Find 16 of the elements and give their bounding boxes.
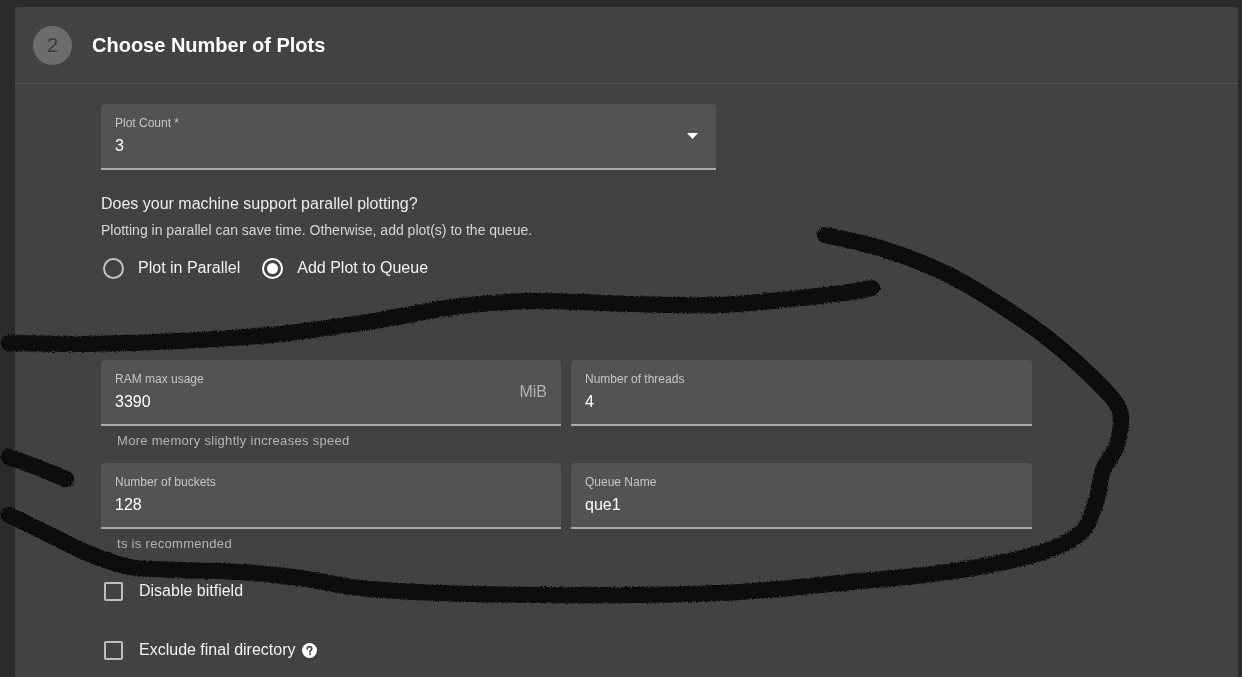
text-field[interactable]: Number of threads 4 — [571, 360, 1032, 426]
radio-option[interactable]: Plot in Parallel — [101, 248, 241, 288]
checkbox-option[interactable]: Exclude final directory — [101, 629, 317, 671]
hint-text: Plotting in parallel can save time. Otherwise, add plot(s) to the queue. — [101, 221, 533, 240]
step-title: Choose Number of Plots — [92, 33, 326, 57]
help-icon[interactable] — [301, 642, 317, 658]
plot-count-select[interactable]: Plot Count * 3 — [101, 104, 716, 170]
text-field[interactable]: RAM max usage 3390 MiB — [101, 360, 561, 426]
question-text: Does your machine support parallel plotting? — [101, 194, 418, 214]
helper-text: More memory slightly increases speed — [116, 432, 350, 450]
caret-icon — [687, 133, 698, 139]
text-field[interactable]: Number of buckets 128 — [101, 463, 561, 529]
radio-option[interactable]: Add Plot to Queue — [260, 248, 429, 288]
checkbox-option[interactable]: Disable bitfield — [101, 570, 244, 612]
helper-text: ts is recommended — [116, 535, 232, 553]
text-field[interactable]: Queue Name que1 — [571, 463, 1032, 529]
